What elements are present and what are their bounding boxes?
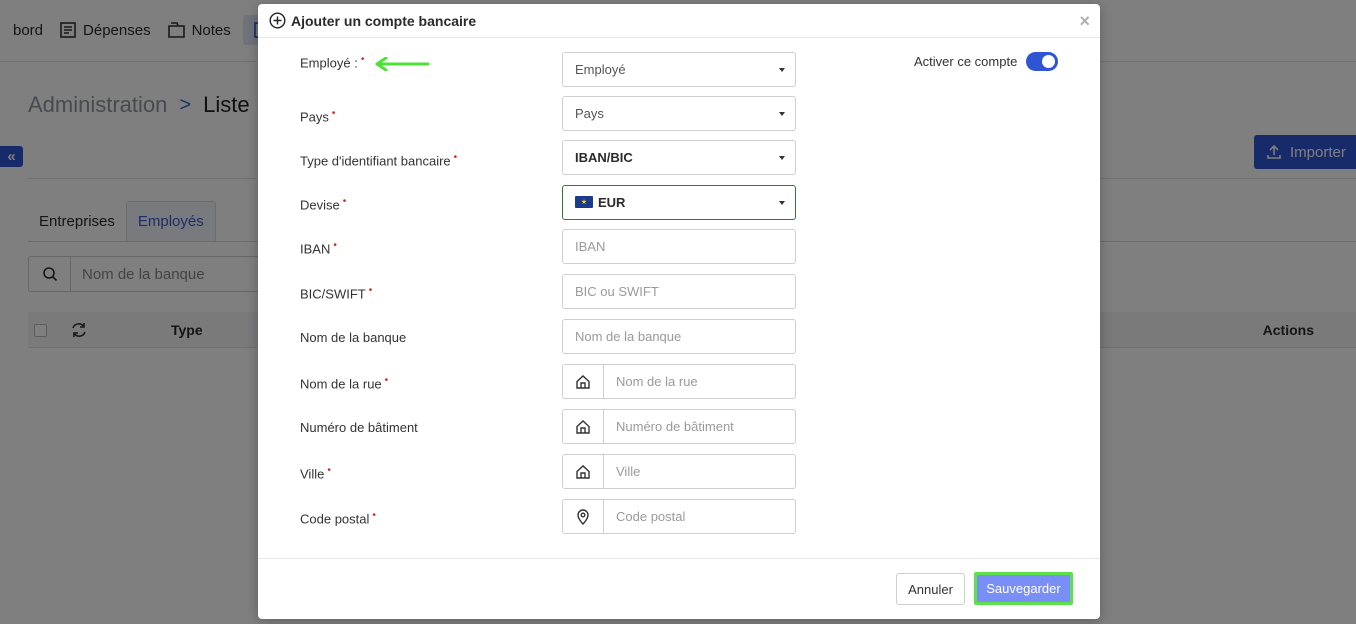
toggle-knob: [1042, 55, 1055, 68]
currency-value: EUR: [598, 195, 626, 210]
arrow-left-icon: [375, 57, 430, 71]
caret-down-icon: [779, 156, 785, 160]
map-pin-icon: [563, 500, 604, 533]
iban-input[interactable]: IBAN: [562, 229, 796, 264]
required-marker: •: [360, 54, 365, 65]
country-label: Pays •: [300, 108, 336, 125]
city-input[interactable]: Ville: [562, 454, 796, 489]
dialog-header: Ajouter un compte bancaire ×: [258, 4, 1100, 38]
bank-name-label: Nom de la banque: [300, 330, 407, 345]
building-label: Numéro de bâtiment: [300, 420, 418, 435]
required-marker: •: [342, 196, 347, 207]
id-type-value: IBAN/BIC: [575, 150, 633, 165]
eu-flag-icon: ★: [575, 196, 593, 208]
bic-placeholder: BIC ou SWIFT: [575, 284, 659, 299]
bic-input[interactable]: BIC ou SWIFT: [562, 274, 796, 309]
required-marker: •: [327, 465, 331, 476]
dialog-title: Ajouter un compte bancaire: [291, 12, 477, 29]
caret-down-icon: [779, 68, 785, 72]
building-input[interactable]: Numéro de bâtiment: [562, 409, 796, 444]
iban-label: IBAN •: [300, 240, 337, 257]
employee-label: Employé : •: [300, 54, 365, 71]
postal-placeholder: Code postal: [616, 509, 686, 524]
currency-label: Devise •: [300, 196, 347, 213]
city-label: Ville •: [300, 465, 331, 482]
id-type-label: Type d'identifiant bancaire •: [300, 152, 458, 169]
required-marker: •: [372, 510, 376, 521]
home-icon: [563, 365, 604, 398]
add-bank-account-dialog: Ajouter un compte bancaire × Employé : • …: [258, 4, 1100, 619]
city-placeholder: Ville: [616, 464, 641, 479]
bic-label: BIC/SWIFT •: [300, 285, 373, 302]
country-select[interactable]: Pays: [562, 96, 796, 131]
activate-account-label: Activer ce compte: [914, 54, 1018, 69]
bank-name-placeholder: Nom de la banque: [575, 329, 682, 344]
required-marker: •: [384, 375, 389, 386]
id-type-select[interactable]: IBAN/BIC: [562, 140, 796, 175]
currency-select[interactable]: ★ EUR: [562, 185, 796, 220]
required-marker: •: [453, 152, 458, 163]
home-icon: [563, 455, 604, 488]
iban-placeholder: IBAN: [575, 239, 606, 254]
caret-down-icon: [779, 112, 785, 116]
required-marker: •: [368, 285, 373, 296]
building-placeholder: Numéro de bâtiment: [616, 419, 734, 434]
dialog-footer-divider: [258, 558, 1100, 559]
postal-code-input[interactable]: Code postal: [562, 499, 796, 534]
street-input[interactable]: Nom de la rue: [562, 364, 796, 399]
cancel-button[interactable]: Annuler: [896, 573, 965, 605]
close-icon[interactable]: ×: [1079, 12, 1090, 30]
street-placeholder: Nom de la rue: [616, 374, 698, 389]
street-label: Nom de la rue •: [300, 375, 389, 392]
activate-account-toggle[interactable]: [1026, 52, 1058, 71]
home-icon: [563, 410, 604, 443]
employee-select[interactable]: Employé: [562, 52, 796, 87]
required-marker: •: [333, 240, 337, 251]
country-select-placeholder: Pays: [575, 106, 604, 121]
caret-down-icon: [779, 201, 785, 205]
bank-name-input[interactable]: Nom de la banque: [562, 319, 796, 354]
save-button[interactable]: Sauvegarder: [974, 572, 1073, 605]
employee-select-placeholder: Employé: [575, 62, 626, 77]
plus-circle-icon: [269, 12, 286, 29]
postal-label: Code postal •: [300, 510, 376, 527]
required-marker: •: [331, 108, 336, 119]
